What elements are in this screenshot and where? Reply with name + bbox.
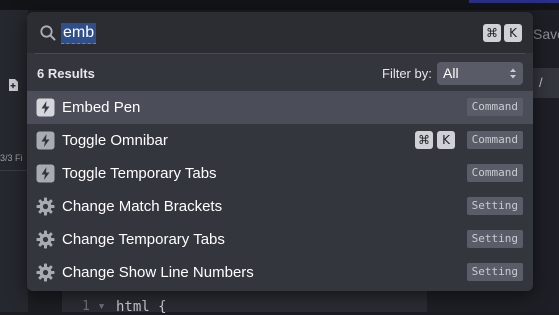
result-item-toggle-temporary-tabs[interactable]: Toggle Temporary Tabs Command <box>27 157 533 190</box>
code-line[interactable]: html { <box>116 299 167 315</box>
results-count: 6 Results <box>37 66 95 81</box>
lightning-bolt-icon <box>36 164 55 183</box>
top-bar-accent <box>469 0 559 3</box>
shortcut-k-key: K <box>437 131 455 149</box>
result-type-badge: Setting <box>466 230 523 248</box>
result-type-badge: Command <box>466 98 523 116</box>
search-divider <box>35 53 525 54</box>
result-item-toggle-omnibar[interactable]: Toggle Omnibar ⌘ K Command <box>27 124 533 157</box>
editor-top-bar <box>0 0 559 10</box>
lightning-bolt-icon <box>36 131 55 150</box>
gear-icon <box>36 197 55 216</box>
filter-select[interactable]: All <box>437 62 523 85</box>
add-file-icon[interactable] <box>6 78 20 92</box>
save-button[interactable]: Save <box>533 26 559 42</box>
shortcut-k-key: K <box>504 24 522 42</box>
lightning-bolt-icon <box>36 98 55 117</box>
right-panel <box>533 10 559 312</box>
search-icon <box>40 25 56 41</box>
result-label: Change Match Brackets <box>62 198 223 215</box>
result-label: Change Temporary Tabs <box>62 231 225 248</box>
result-item-change-show-line-numbers[interactable]: Change Show Line Numbers Setting <box>27 256 533 289</box>
filter-label: Filter by: <box>382 66 432 81</box>
right-panel-tab[interactable]: / <box>533 68 559 98</box>
result-type-badge: Setting <box>466 197 523 215</box>
shortcut-cmd-key: ⌘ <box>483 24 501 42</box>
result-item-change-temporary-tabs[interactable]: Change Temporary Tabs Setting <box>27 223 533 256</box>
search-bar[interactable]: emb ⌘ K <box>27 12 533 53</box>
result-label: Embed Pen <box>62 99 141 116</box>
result-item-change-match-brackets[interactable]: Change Match Brackets Setting <box>27 190 533 223</box>
result-label: Change Show Line Numbers <box>62 264 254 281</box>
gear-icon <box>36 263 55 282</box>
result-label: Toggle Omnibar <box>62 132 168 149</box>
updown-caret-icon <box>510 68 516 79</box>
left-panel-divider <box>0 170 28 171</box>
search-input[interactable]: emb <box>61 23 97 44</box>
omnibar-dialog: emb ⌘ K 6 Results Filter by: All Embed P… <box>27 12 533 291</box>
result-type-badge: Command <box>466 131 523 149</box>
filter-selected-value: All <box>443 65 459 81</box>
result-type-badge: Command <box>466 164 523 182</box>
result-item-embed-pen[interactable]: Embed Pen Command <box>27 91 533 124</box>
gear-icon <box>36 230 55 249</box>
result-type-badge: Setting <box>466 263 523 281</box>
result-label: Toggle Temporary Tabs <box>62 165 217 182</box>
preview-panel <box>427 290 533 312</box>
file-count-label: 3/3 Fi <box>0 153 23 163</box>
shortcut-cmd-key: ⌘ <box>415 131 433 149</box>
